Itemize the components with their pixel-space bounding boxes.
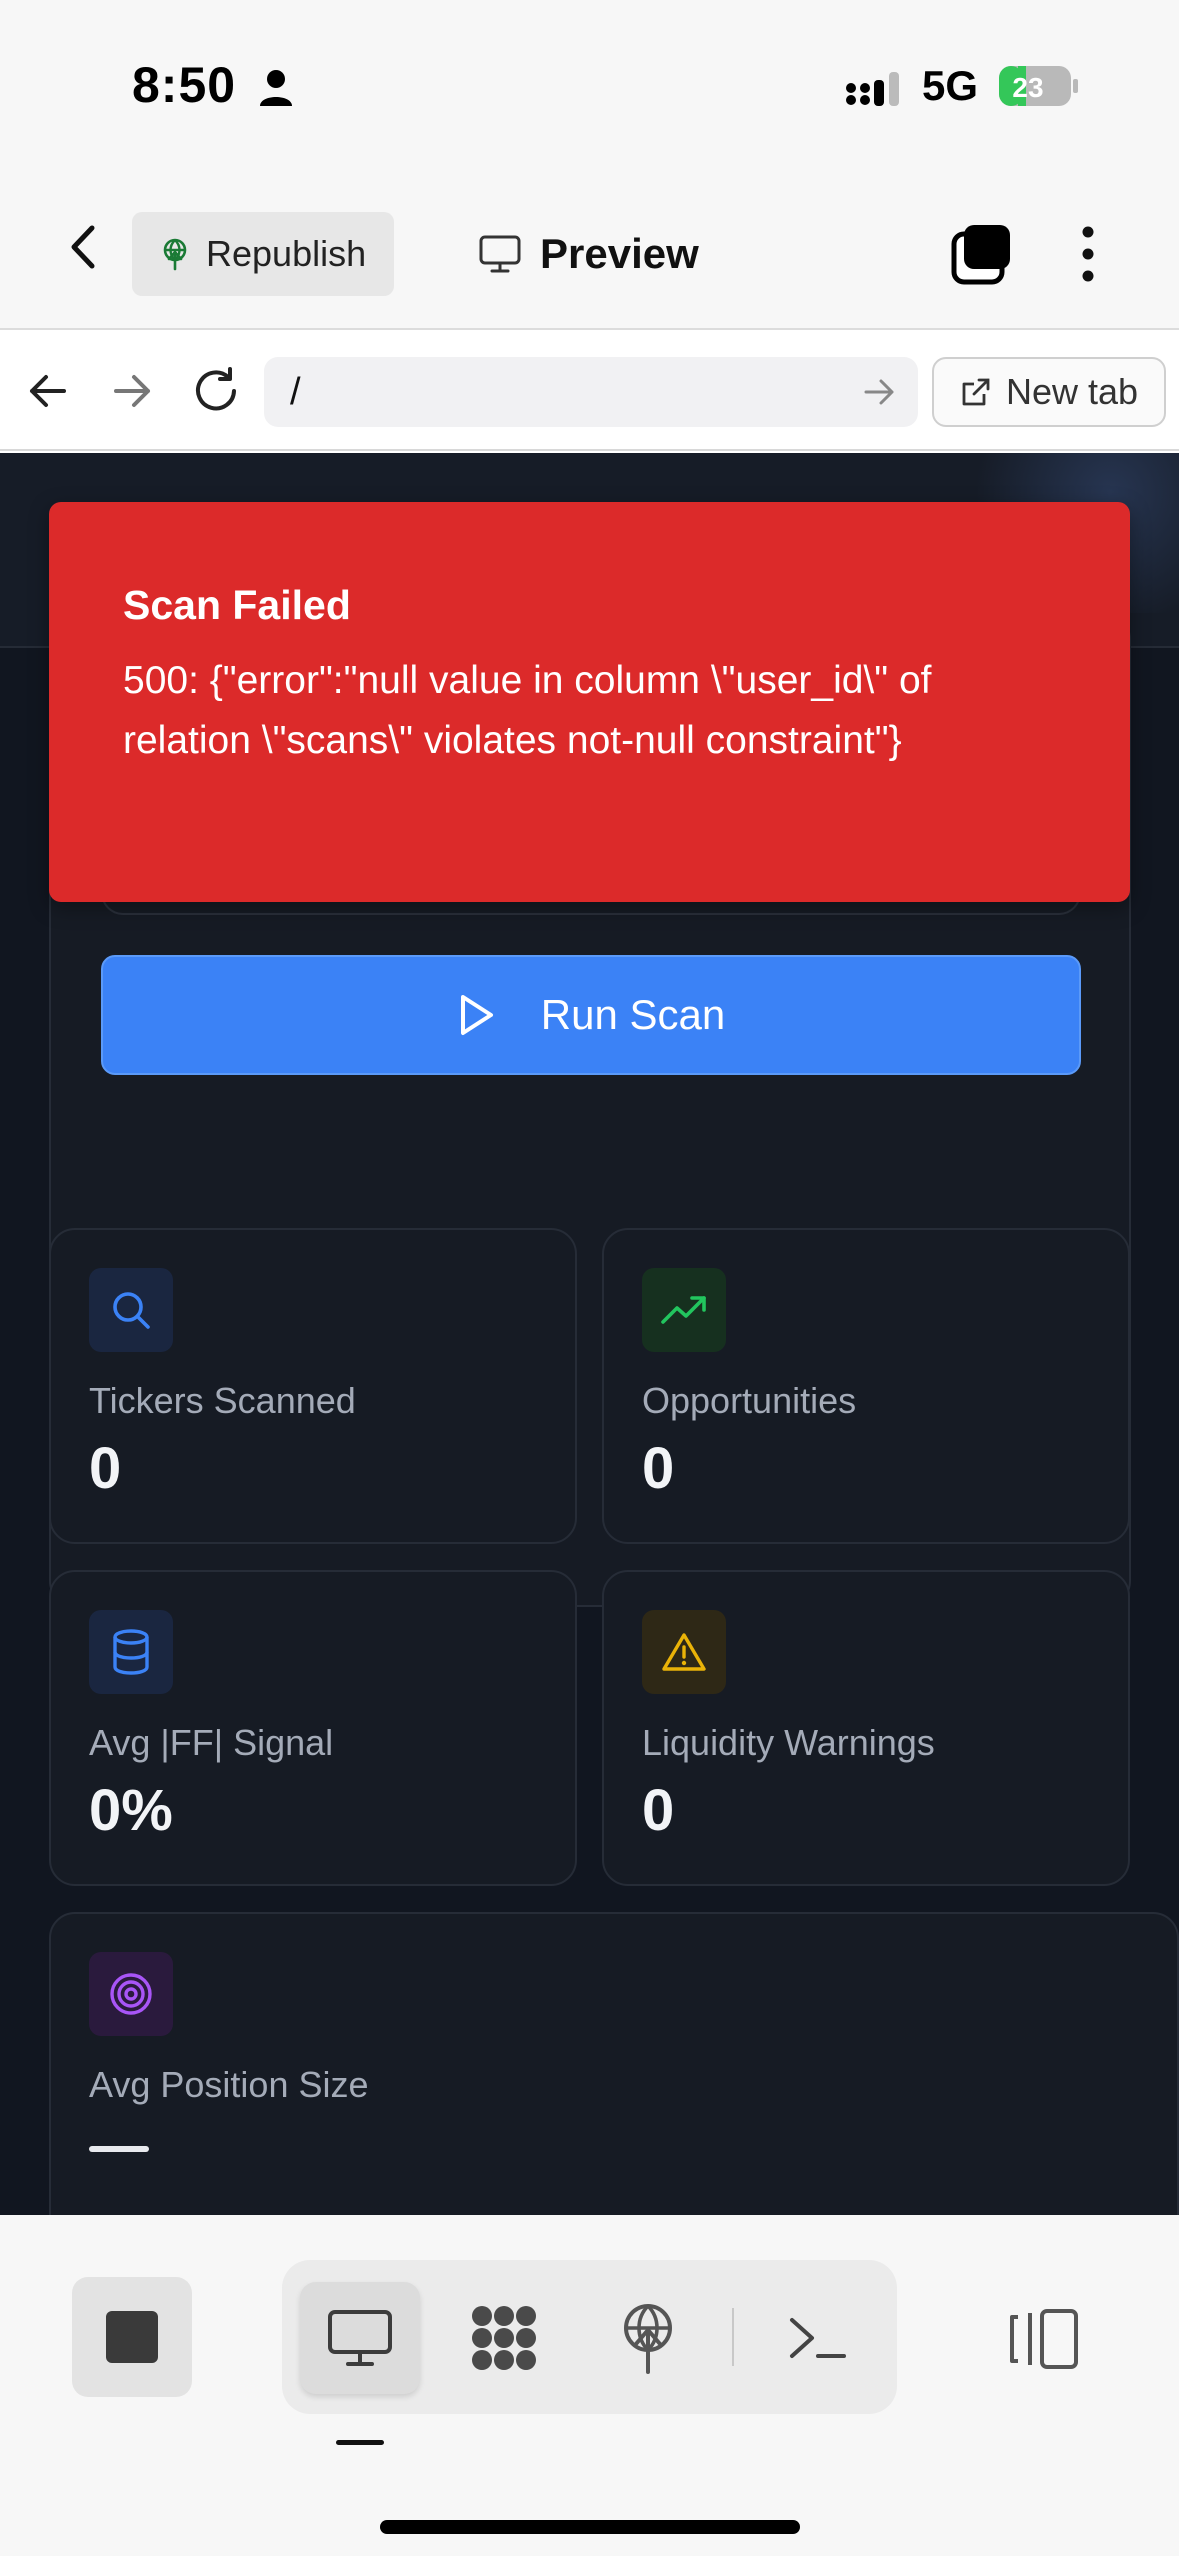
url-bar: New tab — [0, 331, 1179, 451]
active-tool-indicator — [336, 2440, 384, 2445]
error-toast[interactable]: Scan Failed 500: {"error":"null value in… — [49, 502, 1130, 902]
person-icon — [260, 70, 292, 106]
agent-icon — [472, 2306, 536, 2370]
stat-card-tickers-scanned: Tickers Scanned 0 — [49, 1228, 577, 1544]
stat-value: 0% — [89, 1778, 173, 1843]
battery-level: 23 — [1012, 72, 1043, 103]
tool-separator — [732, 2308, 734, 2366]
tool-preview[interactable] — [300, 2282, 420, 2394]
stat-icon-box — [89, 1268, 173, 1352]
stat-label: Avg Position Size — [89, 2064, 369, 2105]
search-icon — [113, 1292, 150, 1329]
deploy-icon — [624, 2304, 672, 2374]
external-link-icon — [962, 378, 990, 406]
deploy-icon — [163, 238, 187, 271]
battery-icon: 23 — [999, 66, 1078, 106]
status-time: 8:50 — [132, 57, 237, 113]
terminal-icon — [790, 2318, 846, 2358]
stat-label: Opportunities — [642, 1380, 857, 1421]
network-type: 5G — [922, 62, 979, 109]
more-vertical-icon[interactable] — [1068, 222, 1108, 286]
toast-title: Scan Failed — [123, 582, 351, 628]
run-scan-button[interactable]: Run Scan — [101, 955, 1081, 1075]
stat-label: Liquidity Warnings — [642, 1722, 935, 1763]
arrow-right-icon[interactable] — [108, 367, 156, 415]
stat-value: 0 — [89, 1436, 122, 1501]
stat-icon-box — [89, 1610, 173, 1694]
tool-shell[interactable] — [758, 2282, 878, 2394]
stop-icon — [106, 2311, 158, 2363]
preview-frame: Run Scan Tickers Scanned 0 Opportunities… — [0, 453, 1179, 2215]
republish-button[interactable]: Republish — [132, 212, 394, 296]
panel-toggle-icon[interactable] — [1006, 2301, 1082, 2377]
warning-icon — [662, 1633, 706, 1671]
arrow-left-icon[interactable] — [24, 367, 72, 415]
stat-card-liquidity-warnings: Liquidity Warnings 0 — [602, 1570, 1130, 1886]
tabs-icon[interactable] — [950, 222, 1014, 286]
tool-agent[interactable] — [444, 2282, 564, 2394]
bottom-toolbar — [0, 2215, 1179, 2556]
republish-label: Republish — [206, 233, 367, 274]
app-header: Republish Preview — [0, 170, 1179, 330]
back-chevron-icon[interactable] — [60, 222, 110, 272]
tab-preview[interactable]: Preview — [478, 216, 699, 292]
stat-label: Avg |FF| Signal — [89, 1722, 334, 1763]
preview-label: Preview — [540, 230, 699, 277]
reload-icon[interactable] — [190, 365, 242, 417]
go-arrow-icon[interactable] — [862, 375, 896, 409]
new-tab-label: New tab — [1006, 371, 1139, 412]
stat-card-avg-ff-signal: Avg |FF| Signal 0% — [49, 1570, 577, 1886]
tool-switcher — [282, 2260, 897, 2414]
tool-deploy[interactable] — [588, 2282, 708, 2394]
empty-value-dash — [89, 2146, 149, 2152]
status-bar: 8:50 5G 23 — [0, 0, 1179, 170]
toast-message: 500: {"error":"null value in column \"us… — [123, 659, 932, 762]
target-icon — [110, 1973, 152, 2015]
stop-button[interactable] — [72, 2277, 192, 2397]
trending-up-icon — [661, 1296, 706, 1324]
stat-value: 0 — [642, 1778, 675, 1843]
stat-icon-box — [642, 1610, 726, 1694]
play-icon — [460, 995, 493, 1035]
stat-value: 0 — [642, 1436, 675, 1501]
database-icon — [113, 1629, 149, 1675]
new-tab-button[interactable]: New tab — [932, 357, 1166, 427]
monitor-icon — [328, 2310, 392, 2366]
home-indicator — [380, 2520, 800, 2534]
stat-icon-box — [89, 1952, 173, 2036]
stat-icon-box — [642, 1268, 726, 1352]
signal-icon — [846, 72, 899, 106]
url-input[interactable] — [264, 357, 918, 427]
monitor-icon — [479, 235, 521, 273]
run-scan-label: Run Scan — [540, 991, 726, 1038]
stat-label: Tickers Scanned — [89, 1380, 356, 1421]
stat-card-avg-position-size: Avg Position Size — [49, 1912, 1179, 2215]
stat-card-opportunities: Opportunities 0 — [602, 1228, 1130, 1544]
